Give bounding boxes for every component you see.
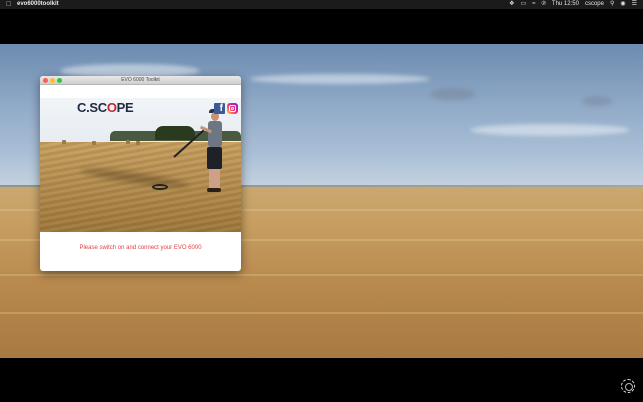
metal-detector-shaft [173, 129, 205, 158]
letterbox-bottom [0, 358, 643, 402]
field-row [0, 274, 643, 276]
field-row [0, 312, 643, 314]
window-titlebar[interactable]: EVO 6000 Toolkit [40, 76, 241, 85]
logo-text-part: C.SC [77, 100, 107, 115]
connection-status-message: Please switch on and connect your EVO 60… [79, 245, 202, 251]
cscope-logo: C.SCOPE [77, 100, 134, 115]
menu-bar:  evo6000toolkit ❖ ▭ ≈ ℗ Thu 12:50 cscop… [0, 0, 643, 9]
person-shorts [207, 147, 222, 169]
app-window: EVO 6000 Toolkit C.SCOPE f Please switch… [40, 76, 241, 271]
window-title: EVO 6000 Toolkit [121, 77, 160, 83]
wifi-icon[interactable]: ≈ [532, 0, 535, 9]
menu-user-name[interactable]: cscope [585, 0, 604, 9]
hero-banner: C.SCOPE f [40, 98, 241, 232]
apple-menu-icon[interactable]:  [6, 0, 12, 9]
menu-clock[interactable]: Thu 12:50 [552, 0, 579, 9]
logo-target-o: O [106, 100, 117, 115]
menu-bar-status-items: ❖ ▭ ≈ ℗ Thu 12:50 cscope ⚲ ◉ ☰ [509, 0, 637, 9]
loading-spinner-icon [621, 379, 635, 393]
cloud [470, 124, 630, 136]
facebook-icon[interactable]: f [214, 103, 225, 114]
window-top-strip [40, 85, 241, 98]
cloud [430, 88, 476, 100]
search-icon[interactable]: ⚲ [610, 0, 614, 9]
person-legs [209, 169, 220, 189]
cloud [250, 74, 430, 84]
metal-detector-coil [152, 184, 168, 190]
metal-detectorist-figure [40, 98, 241, 232]
person-boots [207, 188, 221, 192]
dropbox-icon[interactable]: ❖ [509, 0, 514, 9]
person-torso [208, 121, 222, 147]
bluetooth-icon[interactable]: ℗ [541, 0, 545, 9]
siri-icon[interactable]: ◉ [620, 0, 625, 9]
airplay-icon[interactable]: ▭ [521, 0, 527, 9]
app-menu-name[interactable]: evo6000toolkit [17, 0, 59, 9]
instagram-icon[interactable] [227, 103, 238, 114]
cloud [582, 96, 612, 106]
logo-text-part: PE [116, 100, 134, 115]
notification-center-icon[interactable]: ☰ [632, 0, 637, 9]
